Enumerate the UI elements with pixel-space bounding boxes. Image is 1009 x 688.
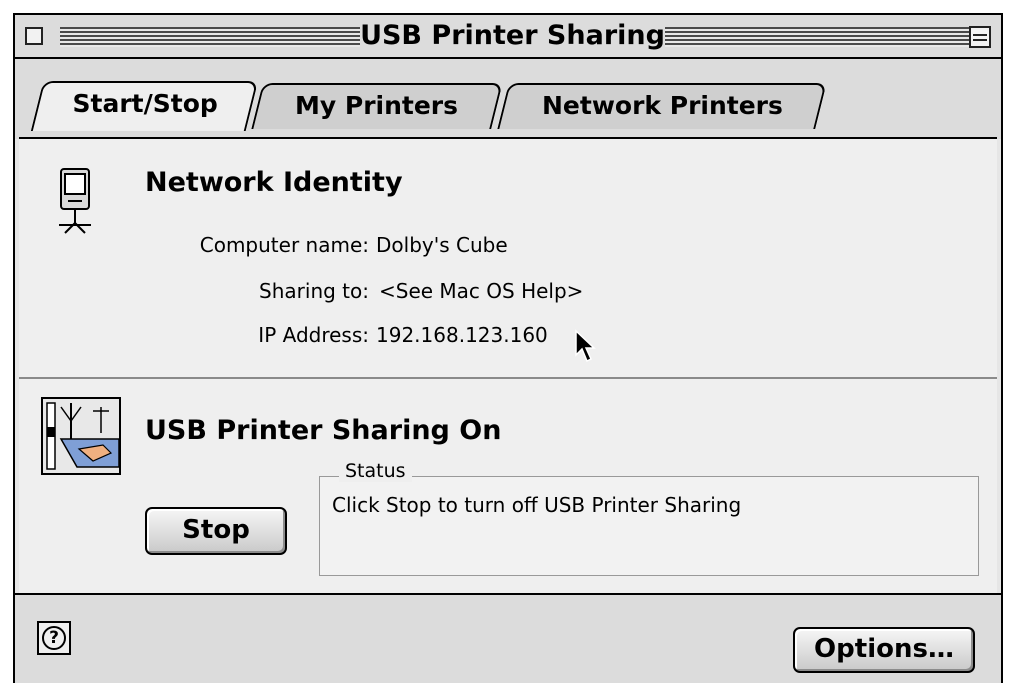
help-glyph: ? [42, 626, 66, 650]
control-panel-icon [41, 397, 121, 475]
tab-my-printers[interactable]: My Printers [251, 83, 503, 129]
sharing-control-section: USB Printer Sharing On Stop Click Stop t… [19, 379, 997, 593]
tab-bar: Start/Stop My Printers Network Printers [15, 59, 1001, 139]
usb-printer-sharing-window: USB Printer Sharing Start/Stop My Printe… [13, 13, 1003, 683]
status-text: Click Stop to turn off USB Printer Shari… [332, 493, 742, 517]
tab-start-stop-label: Start/Stop [72, 89, 218, 118]
tab-network-printers[interactable]: Network Printers [497, 83, 827, 129]
status-legend: Status [339, 460, 412, 482]
window-title: USB Printer Sharing [360, 20, 665, 52]
tab-start-stop[interactable]: Start/Stop [30, 81, 259, 131]
sharing-to-label: Sharing to: [259, 279, 369, 303]
network-identity-section: Network Identity Computer name: Dolby's … [19, 137, 997, 377]
footer-bar: ? Options… [15, 593, 1001, 683]
sharing-status-heading: USB Printer Sharing On [145, 415, 502, 446]
zoom-box-icon[interactable] [969, 26, 991, 48]
arrow-cursor-icon [575, 329, 596, 363]
tab-my-printers-label: My Printers [295, 91, 459, 120]
ip-address-value: 192.168.123.160 [376, 323, 548, 347]
tab-network-printers-label: Network Printers [541, 91, 783, 120]
help-icon[interactable]: ? [37, 621, 71, 655]
status-box: Click Stop to turn off USB Printer Shari… [319, 476, 979, 576]
options-button[interactable]: Options… [793, 627, 975, 673]
stop-button[interactable]: Stop [145, 507, 287, 555]
title-stripes-right [665, 27, 970, 47]
computer-name-label: Computer name: [199, 233, 369, 257]
computer-name-value: Dolby's Cube [376, 233, 508, 257]
network-identity-heading: Network Identity [145, 167, 403, 198]
ip-address-label: IP Address: [258, 323, 369, 347]
title-bar[interactable]: USB Printer Sharing [15, 15, 1001, 59]
title-stripes-left [60, 27, 360, 47]
close-box-icon[interactable] [25, 27, 43, 45]
computer-icon [59, 168, 91, 234]
sharing-to-value: <See Mac OS Help> [379, 279, 584, 303]
